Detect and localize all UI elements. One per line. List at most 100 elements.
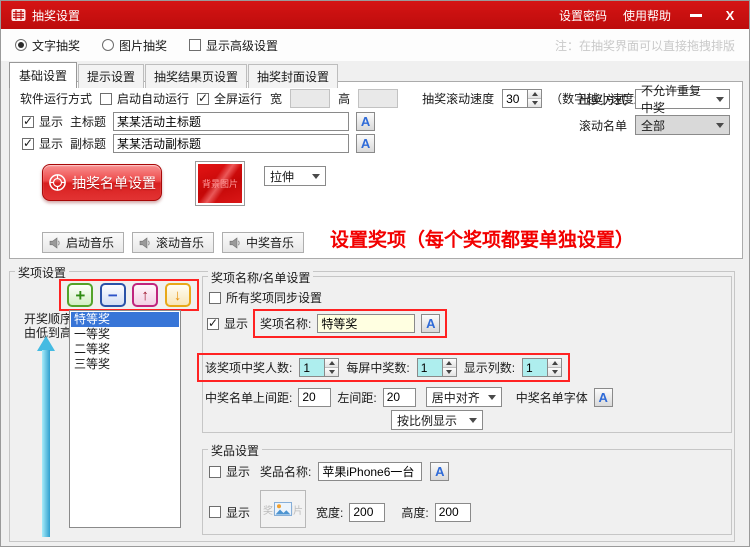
sub-title-row: 显示 副标题 A bbox=[22, 134, 375, 153]
scroll-speed-spinner[interactable] bbox=[502, 89, 542, 108]
scroll-speed-input[interactable] bbox=[503, 90, 527, 107]
winner-list-margins-row: 中奖名单上间距: 左间距: 居中对齐 中奖名单字体 A bbox=[205, 387, 613, 407]
minimize-icon bbox=[690, 14, 702, 17]
item-name-input[interactable] bbox=[318, 462, 422, 481]
height-input[interactable] bbox=[358, 89, 398, 108]
ratio-display-select[interactable]: 按比例显示 bbox=[391, 410, 483, 430]
prize-item-settings-group: 奖品设置 显示 奖品名称: A 显示 奖品图片 bbox=[202, 449, 732, 535]
scroll-list-label: 滚动名单 bbox=[579, 117, 627, 134]
main-title-font-button[interactable]: A bbox=[356, 112, 375, 131]
scroll-list-select[interactable]: 全部 bbox=[635, 115, 730, 135]
item-width-input[interactable] bbox=[349, 503, 385, 522]
main-title-input[interactable] bbox=[113, 112, 349, 131]
winning-music-button[interactable]: 中奖音乐 bbox=[222, 232, 304, 253]
scroll-music-button[interactable]: 滚动音乐 bbox=[132, 232, 214, 253]
prize-name-input[interactable] bbox=[317, 314, 415, 333]
checkbox-icon[interactable] bbox=[209, 466, 221, 478]
width-input[interactable] bbox=[290, 89, 330, 108]
remove-prize-button[interactable]: − bbox=[100, 283, 126, 307]
item-image-button[interactable]: 奖品图片 bbox=[260, 490, 306, 528]
columns-spinner[interactable] bbox=[522, 358, 562, 377]
winners-count-spinner[interactable] bbox=[299, 358, 339, 377]
ratio-display-value: 按比例显示 bbox=[397, 412, 457, 429]
close-button[interactable]: X bbox=[721, 8, 739, 23]
item-height-input[interactable] bbox=[435, 503, 471, 522]
sync-all-prizes-checkbox[interactable]: 所有奖项同步设置 bbox=[209, 289, 322, 306]
per-screen-spinner[interactable] bbox=[417, 358, 457, 377]
advanced-settings-checkbox[interactable]: 显示高级设置 bbox=[189, 37, 278, 54]
stretch-mode-select[interactable]: 拉伸 bbox=[264, 166, 326, 186]
background-image-preview[interactable]: 背景图片 bbox=[195, 161, 245, 206]
prize-mode-select[interactable]: 不允许重复中奖 bbox=[635, 89, 730, 109]
lottery-list-settings-button[interactable]: 抽奖名单设置 bbox=[42, 164, 162, 201]
add-prize-button[interactable]: + bbox=[67, 283, 93, 307]
move-down-button[interactable]: ↓ bbox=[165, 283, 191, 307]
checkbox-checked-icon[interactable] bbox=[207, 318, 219, 330]
show-item-name-checkbox[interactable]: 显示 bbox=[209, 463, 250, 480]
tab-prompt-settings[interactable]: 提示设置 bbox=[78, 64, 144, 88]
tab-result-page-settings[interactable]: 抽奖结果页设置 bbox=[145, 64, 247, 88]
tab-basic-settings[interactable]: 基础设置 bbox=[9, 62, 77, 88]
spinner-arrows-icon[interactable] bbox=[547, 359, 561, 376]
radio-icon[interactable] bbox=[102, 39, 114, 51]
spinner-arrows-icon[interactable] bbox=[442, 359, 456, 376]
help-button[interactable]: 使用帮助 bbox=[623, 7, 671, 24]
checkbox-icon[interactable] bbox=[209, 292, 221, 304]
spinner-arrows-icon[interactable] bbox=[324, 359, 338, 376]
checkbox-icon[interactable] bbox=[100, 93, 112, 105]
speaker-icon bbox=[139, 237, 151, 249]
spinner-arrows-icon[interactable] bbox=[527, 90, 541, 107]
checkbox-checked-icon[interactable] bbox=[197, 93, 209, 105]
sync-settings-row: 所有奖项同步设置 bbox=[209, 289, 322, 306]
startup-music-button[interactable]: 启动音乐 bbox=[42, 232, 124, 253]
winner-counts-highlight-box: 该奖项中奖人数: 每屏中奖数: 显示列数: bbox=[197, 353, 570, 382]
prize-list-item[interactable]: 三等奖 bbox=[71, 357, 179, 372]
draw-order-line1: 开奖顺序 bbox=[20, 312, 76, 326]
prize-listbox[interactable]: 特等奖 一等奖 二等奖 三等奖 bbox=[69, 310, 181, 528]
prize-list-item[interactable]: 一等奖 bbox=[71, 327, 179, 342]
radio-selected-icon[interactable] bbox=[15, 39, 27, 51]
show-item-image-checkbox[interactable]: 显示 bbox=[209, 504, 250, 521]
checkbox-checked-icon[interactable] bbox=[22, 116, 34, 128]
lottery-list-settings-label: 抽奖名单设置 bbox=[72, 173, 156, 193]
prize-name-highlight-box: 奖项名称: A bbox=[253, 309, 447, 338]
width-label: 宽 bbox=[270, 90, 282, 107]
checkbox-checked-icon[interactable] bbox=[22, 138, 34, 150]
show-main-title-checkbox[interactable]: 显示 bbox=[22, 113, 63, 130]
top-margin-input[interactable] bbox=[298, 388, 331, 407]
item-height-label: 高度: bbox=[401, 504, 428, 521]
speaker-icon bbox=[49, 237, 61, 249]
image-lottery-radio[interactable]: 图片抽奖 bbox=[102, 37, 167, 54]
show-sub-title-checkbox[interactable]: 显示 bbox=[22, 135, 63, 152]
left-margin-label: 左间距: bbox=[337, 389, 376, 406]
minimize-button[interactable] bbox=[687, 14, 705, 17]
tab-cover-settings[interactable]: 抽奖封面设置 bbox=[248, 64, 338, 88]
sub-title-input[interactable] bbox=[113, 134, 349, 153]
checkbox-icon[interactable] bbox=[189, 39, 201, 51]
winner-list-font-button[interactable]: A bbox=[594, 388, 613, 407]
left-margin-input[interactable] bbox=[383, 388, 416, 407]
per-screen-input[interactable] bbox=[418, 359, 442, 376]
fullscreen-checkbox[interactable]: 全屏运行 bbox=[197, 90, 262, 107]
checkbox-icon[interactable] bbox=[209, 506, 221, 518]
sub-title-font-button[interactable]: A bbox=[356, 134, 375, 153]
basic-settings-panel: 软件运行方式 启动自动运行 全屏运行 宽 高 抽奖滚动速度 （数字越小速度越快）… bbox=[9, 81, 743, 259]
autorun-checkbox[interactable]: 启动自动运行 bbox=[100, 90, 189, 107]
winners-count-label: 该奖项中奖人数: bbox=[205, 359, 292, 376]
text-lottery-radio[interactable]: 文字抽奖 bbox=[15, 37, 80, 54]
item-name-font-button[interactable]: A bbox=[430, 462, 449, 481]
image-lottery-label: 图片抽奖 bbox=[119, 37, 167, 54]
move-up-button[interactable]: ↑ bbox=[132, 283, 158, 307]
winning-music-label: 中奖音乐 bbox=[246, 234, 294, 251]
set-password-button[interactable]: 设置密码 bbox=[559, 7, 607, 24]
prize-name-font-button[interactable]: A bbox=[421, 314, 440, 333]
show-prize-name-checkbox[interactable]: 显示 bbox=[207, 315, 248, 332]
picture-icon bbox=[274, 502, 292, 516]
columns-input[interactable] bbox=[523, 359, 547, 376]
align-select[interactable]: 居中对齐 bbox=[426, 387, 502, 407]
winners-count-input[interactable] bbox=[300, 359, 324, 376]
item-width-label: 宽度: bbox=[316, 504, 343, 521]
prize-list-item[interactable]: 特等奖 bbox=[71, 312, 179, 327]
prize-list-item[interactable]: 二等奖 bbox=[71, 342, 179, 357]
window-title: 抽奖设置 bbox=[32, 7, 80, 24]
